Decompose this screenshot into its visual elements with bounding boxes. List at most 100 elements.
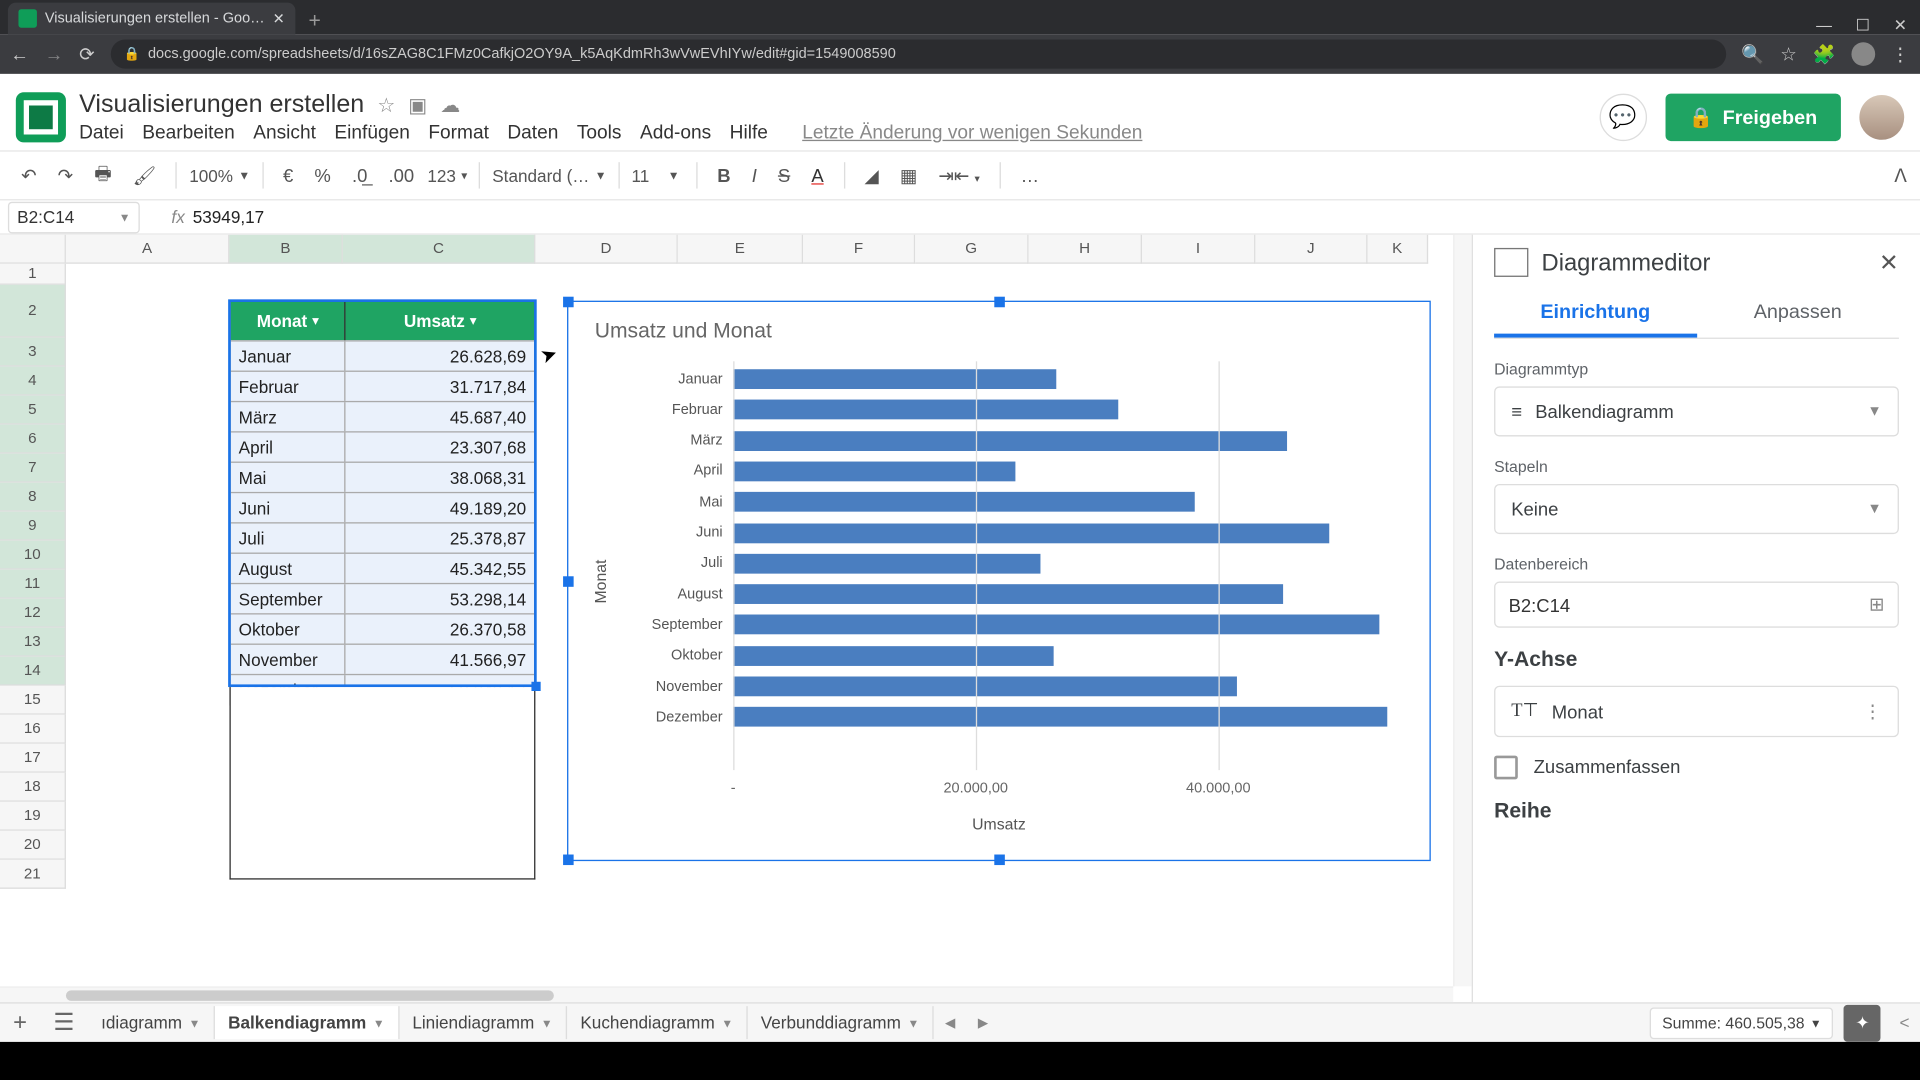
account-avatar[interactable] — [1859, 95, 1904, 140]
filter-icon[interactable]: ▾ — [313, 314, 319, 329]
row-header[interactable]: 12 — [0, 599, 66, 628]
menu-bearbeiten[interactable]: Bearbeiten — [142, 123, 234, 144]
column-header[interactable]: C — [343, 235, 536, 264]
chart-bar[interactable] — [733, 676, 1237, 696]
undo-button[interactable]: ↶ — [13, 159, 44, 192]
table-row[interactable]: Mai38.068,31 — [231, 462, 534, 492]
redo-button[interactable]: ↷ — [50, 159, 81, 192]
fill-color-button[interactable]: ◢ — [857, 159, 887, 192]
extensions-icon[interactable]: 🧩 — [1813, 43, 1836, 65]
table-row[interactable]: April23.307,68 — [231, 431, 534, 461]
chart-bar[interactable] — [733, 492, 1195, 512]
row-header[interactable]: 18 — [0, 773, 66, 802]
chart-bar[interactable] — [733, 615, 1379, 635]
column-header[interactable]: D — [535, 235, 677, 264]
column-header[interactable]: H — [1029, 235, 1142, 264]
strike-button[interactable]: S — [770, 160, 798, 192]
table-row[interactable]: März45.687,40 — [231, 401, 534, 431]
horizontal-scrollbar[interactable] — [0, 986, 1453, 1002]
percent-button[interactable]: % — [307, 160, 339, 192]
column-header[interactable]: A — [66, 235, 230, 264]
collapse-side-panel-icon[interactable]: < — [1889, 1013, 1920, 1033]
row-header[interactable]: 10 — [0, 541, 66, 570]
row-header[interactable]: 19 — [0, 802, 66, 831]
reload-button[interactable]: ⟳ — [79, 43, 94, 65]
column-header[interactable]: K — [1367, 235, 1428, 264]
chart-bar[interactable] — [733, 431, 1287, 451]
zoom-icon[interactable]: 🔍 — [1741, 43, 1764, 65]
field-menu-icon[interactable]: ⋮ — [1863, 700, 1881, 722]
sheet-tab[interactable]: ıdiagramm ▼ — [88, 1006, 215, 1039]
row-header[interactable]: 11 — [0, 570, 66, 599]
column-header[interactable]: J — [1255, 235, 1367, 264]
vertical-scrollbar[interactable] — [1453, 235, 1471, 987]
window-minimize-icon[interactable]: — — [1816, 16, 1832, 34]
row-header[interactable]: 13 — [0, 628, 66, 657]
chart-type-select[interactable]: ≡ Balkendiagramm▼ — [1494, 386, 1899, 436]
fx-input[interactable]: 53949,17 — [193, 207, 265, 227]
address-field[interactable]: 🔒 docs.google.com/spreadsheets/d/16sZAG8… — [110, 40, 1725, 69]
sheets-logo-icon[interactable] — [16, 92, 66, 142]
table-row[interactable]: September53.298,14 — [231, 583, 534, 613]
range-picker-icon[interactable]: ⊞ — [1869, 593, 1884, 615]
number-format-select[interactable]: 123 ▾ — [427, 165, 467, 185]
column-header[interactable]: B — [229, 235, 342, 264]
chart-bar[interactable] — [733, 646, 1053, 666]
menu-format[interactable]: Format — [428, 123, 489, 144]
row-header[interactable]: 5 — [0, 396, 66, 425]
menu-hilfe[interactable]: Hilfe — [730, 123, 768, 144]
merge-button[interactable]: ⇥⇤ ▾ — [931, 159, 988, 192]
row-header[interactable]: 14 — [0, 657, 66, 686]
font-size-select[interactable]: 11 ▼ — [632, 165, 685, 185]
close-editor-button[interactable]: ✕ — [1879, 249, 1899, 277]
row-header[interactable]: 16 — [0, 715, 66, 744]
profile-icon[interactable] — [1851, 42, 1875, 66]
sheets-nav-right[interactable]: ► — [967, 1013, 1000, 1033]
sheet-tab[interactable]: Verbunddiagramm ▼ — [748, 1006, 934, 1039]
y-axis-field[interactable]: T⊤ Monat ⋮ — [1494, 686, 1899, 737]
row-header[interactable]: 9 — [0, 512, 66, 541]
row-header[interactable]: 2 — [0, 285, 66, 338]
bold-button[interactable]: B — [709, 160, 738, 192]
star-icon[interactable]: ☆ — [1780, 43, 1797, 65]
italic-button[interactable]: I — [744, 160, 765, 192]
chart-bar[interactable] — [733, 369, 1056, 389]
table-row[interactable]: Juli25.378,87 — [231, 522, 534, 552]
share-button[interactable]: 🔒 Freigeben — [1665, 94, 1841, 141]
chart-object[interactable]: Umsatz und Monat Monat JanuarFebruarMärz… — [567, 301, 1431, 861]
add-sheet-button[interactable]: + — [0, 1009, 40, 1037]
close-tab-icon[interactable]: ✕ — [273, 10, 285, 27]
sheet-tab[interactable]: Balkendiagramm ▼ — [215, 1006, 399, 1039]
row-header[interactable]: 21 — [0, 860, 66, 889]
aggregate-checkbox[interactable] — [1494, 756, 1518, 780]
currency-button[interactable]: € — [275, 160, 301, 192]
stacking-select[interactable]: Keine▼ — [1494, 484, 1899, 534]
forward-button[interactable]: → — [45, 44, 63, 65]
all-sheets-button[interactable]: ☰ — [40, 1009, 88, 1037]
table-row[interactable]: Februar31.717,84 — [231, 371, 534, 401]
sheet-tab[interactable]: Kuchendiagramm ▼ — [567, 1006, 747, 1039]
table-row[interactable]: Juni49.189,20 — [231, 492, 534, 522]
table-row[interactable]: August45.342,55 — [231, 553, 534, 583]
star-doc-icon[interactable]: ☆ — [377, 94, 395, 118]
column-header[interactable]: I — [1142, 235, 1255, 264]
window-maximize-icon[interactable]: ☐ — [1856, 16, 1870, 34]
row-header[interactable]: 4 — [0, 367, 66, 396]
collapse-toolbar-icon[interactable]: ᐱ — [1894, 164, 1907, 186]
browser-tab[interactable]: Visualisierungen erstellen - Goo… ✕ — [8, 3, 295, 35]
menu-daten[interactable]: Daten — [507, 123, 558, 144]
column-header[interactable]: F — [803, 235, 915, 264]
table-row[interactable]: Oktober26.370,58 — [231, 613, 534, 643]
menu-einfügen[interactable]: Einfügen — [334, 123, 409, 144]
data-range-input[interactable]: B2:C14⊞ — [1494, 582, 1899, 628]
menu-tools[interactable]: Tools — [577, 123, 622, 144]
column-header[interactable]: G — [915, 235, 1028, 264]
dec-less-button[interactable]: .0̲ — [344, 160, 375, 192]
filter-icon[interactable]: ▾ — [470, 314, 476, 329]
sheets-nav-left[interactable]: ◄ — [934, 1013, 967, 1033]
tab-setup[interactable]: Einrichtung — [1494, 290, 1696, 337]
chart-bar[interactable] — [733, 554, 1041, 574]
table-row[interactable]: Januar26.628,69 — [231, 340, 534, 370]
explore-button[interactable]: ✦ — [1844, 1004, 1881, 1041]
chart-title[interactable]: Umsatz und Monat — [595, 320, 1430, 344]
